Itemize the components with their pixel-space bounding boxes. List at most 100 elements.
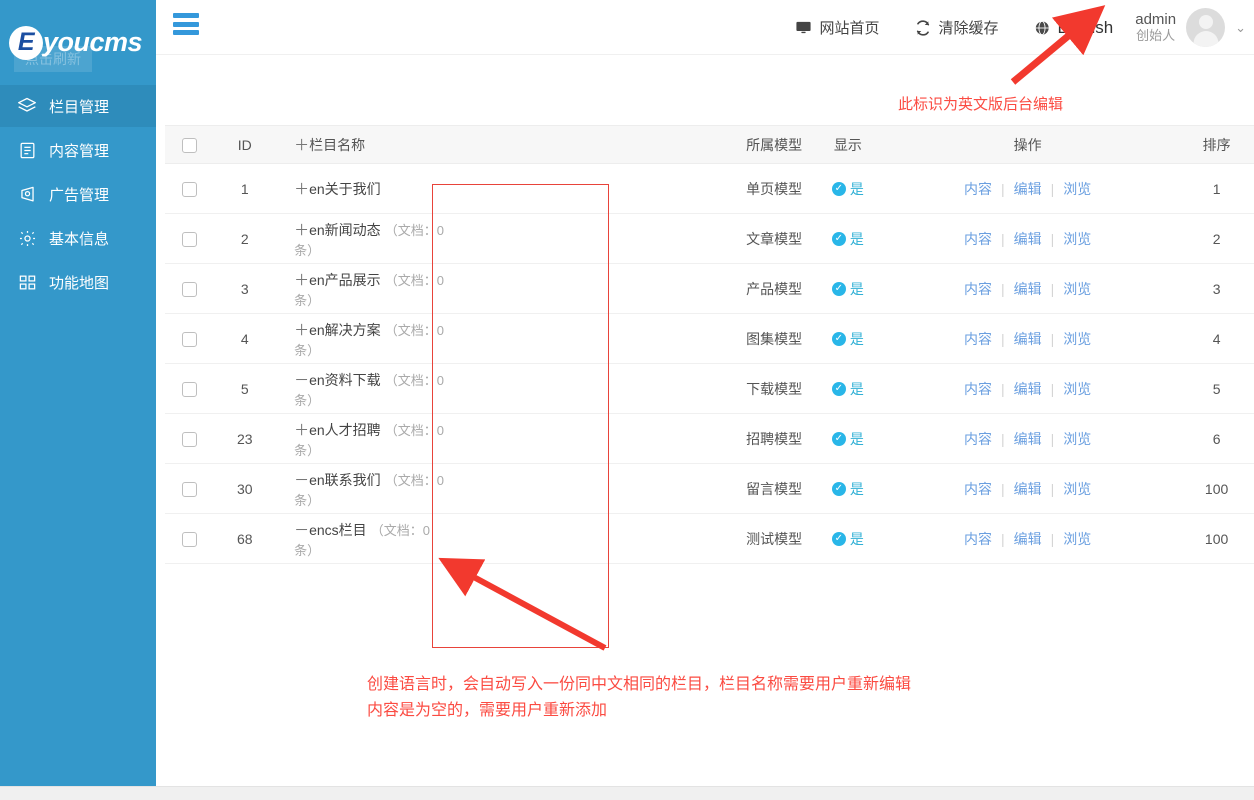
header-model[interactable]: 所属模型: [729, 126, 820, 164]
op-view-link[interactable]: 浏览: [1063, 531, 1091, 547]
row-show-cell[interactable]: ✓是: [820, 364, 877, 414]
sidebar-item-feature-map[interactable]: 功能地图: [0, 261, 156, 303]
op-edit-link[interactable]: 编辑: [1014, 231, 1042, 247]
user-menu[interactable]: admin 创始人: [1135, 8, 1225, 47]
annotation-bottom: 创建语言时，会自动写入一份同中文相同的栏目，栏目名称需要用户重新编辑 内容是为空…: [367, 672, 911, 724]
row-category-name[interactable]: en产品展示: [309, 272, 381, 288]
row-show-cell[interactable]: ✓是: [820, 514, 877, 564]
row-sort[interactable]: 6: [1179, 414, 1254, 464]
gear-icon: [16, 227, 38, 249]
select-all-checkbox[interactable]: [182, 138, 197, 153]
op-view-link[interactable]: 浏览: [1063, 381, 1091, 397]
row-checkbox[interactable]: [182, 532, 197, 547]
op-separator: |: [1001, 331, 1005, 347]
row-category-name[interactable]: encs栏目: [309, 522, 367, 538]
row-show-cell[interactable]: ✓是: [820, 314, 877, 364]
row-show-cell[interactable]: ✓是: [820, 414, 877, 464]
chevron-down-icon[interactable]: ⌄: [1235, 20, 1246, 36]
op-edit-link[interactable]: 编辑: [1014, 281, 1042, 297]
row-sort[interactable]: 2: [1179, 214, 1254, 264]
row-show-cell[interactable]: ✓是: [820, 464, 877, 514]
op-view-link[interactable]: 浏览: [1063, 481, 1091, 497]
op-view-link[interactable]: 浏览: [1063, 181, 1091, 197]
op-content-link[interactable]: 内容: [964, 481, 992, 497]
check-icon: ✓: [832, 382, 846, 396]
row-tree-toggle[interactable]: ＋: [294, 319, 304, 340]
op-view-link[interactable]: 浏览: [1063, 231, 1091, 247]
row-category-name[interactable]: en新闻动态: [309, 222, 381, 238]
op-edit-link[interactable]: 编辑: [1014, 431, 1042, 447]
op-edit-link[interactable]: 编辑: [1014, 531, 1042, 547]
op-content-link[interactable]: 内容: [964, 181, 992, 197]
row-show-cell[interactable]: ✓是: [820, 164, 877, 214]
row-id: 1: [213, 164, 276, 214]
header-name-label: 栏目名称: [309, 137, 365, 153]
row-blank: [456, 314, 729, 364]
row-tree-toggle[interactable]: ＋: [294, 419, 304, 440]
row-category-name[interactable]: en解决方案: [309, 322, 381, 338]
header-sort[interactable]: 排序: [1179, 126, 1254, 164]
expand-all-toggle[interactable]: ＋: [294, 134, 304, 155]
row-show-cell[interactable]: ✓是: [820, 264, 877, 314]
row-sort[interactable]: 100: [1179, 464, 1254, 514]
row-show-cell[interactable]: ✓是: [820, 214, 877, 264]
row-sort[interactable]: 1: [1179, 164, 1254, 214]
row-blank: [456, 514, 729, 564]
row-tree-toggle[interactable]: －: [294, 369, 304, 390]
op-content-link[interactable]: 内容: [964, 431, 992, 447]
language-switch-link[interactable]: English: [1034, 18, 1113, 38]
row-checkbox[interactable]: [182, 482, 197, 497]
row-blank: [456, 364, 729, 414]
sidebar-item-ads[interactable]: 广告管理: [0, 173, 156, 215]
op-view-link[interactable]: 浏览: [1063, 331, 1091, 347]
op-edit-link[interactable]: 编辑: [1014, 481, 1042, 497]
sidebar-item-category[interactable]: 栏目管理: [0, 85, 156, 127]
table-row: 23＋en人才招聘（文档：0条）招聘模型✓是内容|编辑|浏览6: [165, 414, 1254, 464]
row-tree-toggle[interactable]: ＋: [294, 219, 304, 240]
row-category-name[interactable]: en人才招聘: [309, 422, 381, 438]
sidebar-item-content[interactable]: 内容管理: [0, 129, 156, 171]
row-tree-toggle[interactable]: ＋: [294, 178, 304, 199]
op-content-link[interactable]: 内容: [964, 331, 992, 347]
row-tree-toggle[interactable]: ＋: [294, 269, 304, 290]
row-show-label: 是: [850, 529, 864, 549]
op-content-link[interactable]: 内容: [964, 531, 992, 547]
row-ops-cell: 内容|编辑|浏览: [876, 264, 1179, 314]
row-checkbox[interactable]: [182, 232, 197, 247]
op-edit-link[interactable]: 编辑: [1014, 331, 1042, 347]
hamburger-icon[interactable]: [173, 13, 199, 35]
row-checkbox[interactable]: [182, 182, 197, 197]
row-select-cell: [165, 314, 213, 364]
avatar[interactable]: [1186, 8, 1225, 47]
header-id[interactable]: ID: [213, 126, 276, 164]
header-name[interactable]: ＋ 栏目名称: [276, 126, 456, 164]
sidebar-item-basic-info[interactable]: 基本信息: [0, 217, 156, 259]
row-category-name[interactable]: en关于我们: [309, 181, 381, 197]
op-content-link[interactable]: 内容: [964, 381, 992, 397]
logo[interactable]: E youcms 点击刷新: [0, 0, 156, 85]
op-edit-link[interactable]: 编辑: [1014, 181, 1042, 197]
row-sort[interactable]: 100: [1179, 514, 1254, 564]
op-view-link[interactable]: 浏览: [1063, 431, 1091, 447]
op-content-link[interactable]: 内容: [964, 281, 992, 297]
op-edit-link[interactable]: 编辑: [1014, 381, 1042, 397]
row-checkbox[interactable]: [182, 432, 197, 447]
row-sort[interactable]: 3: [1179, 264, 1254, 314]
row-category-name[interactable]: en联系我们: [309, 472, 381, 488]
row-tree-toggle[interactable]: －: [294, 469, 304, 490]
row-sort[interactable]: 4: [1179, 314, 1254, 364]
row-category-name[interactable]: en资料下载: [309, 372, 381, 388]
refresh-icon: [915, 20, 931, 36]
row-checkbox[interactable]: [182, 282, 197, 297]
clear-cache-link[interactable]: 清除缓存: [915, 17, 998, 38]
site-home-link[interactable]: 网站首页: [795, 17, 879, 38]
row-sort[interactable]: 5: [1179, 364, 1254, 414]
row-select-cell: [165, 464, 213, 514]
row-checkbox[interactable]: [182, 332, 197, 347]
row-tree-toggle[interactable]: －: [294, 519, 304, 540]
header-show[interactable]: 显示: [820, 126, 877, 164]
row-show-label: 是: [850, 329, 864, 349]
row-checkbox[interactable]: [182, 382, 197, 397]
op-content-link[interactable]: 内容: [964, 231, 992, 247]
op-view-link[interactable]: 浏览: [1063, 281, 1091, 297]
